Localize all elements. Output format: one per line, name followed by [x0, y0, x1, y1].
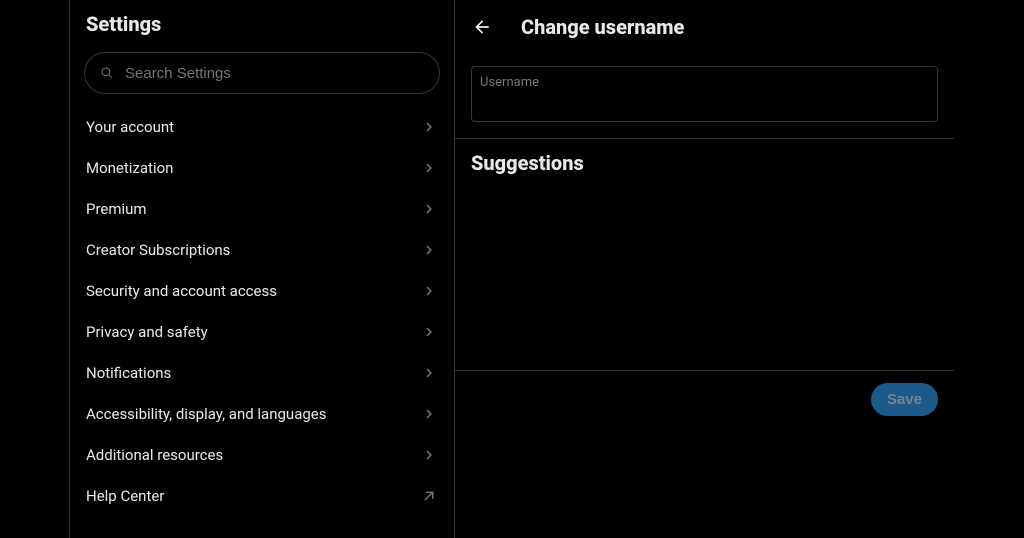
- chevron-right-icon: [420, 200, 438, 218]
- search-wrap: [70, 46, 454, 102]
- suggestions-title: Suggestions: [455, 139, 954, 187]
- sidebar-item-label: Privacy and safety: [86, 323, 208, 341]
- sidebar-item-accessibility[interactable]: Accessibility, display, and languages: [70, 393, 454, 434]
- sidebar-item-additional-resources[interactable]: Additional resources: [70, 434, 454, 475]
- username-field[interactable]: Username: [471, 66, 938, 122]
- settings-nav-list: Your account Monetization Premium Creato…: [70, 106, 454, 516]
- sidebar-item-label: Accessibility, display, and languages: [86, 405, 326, 423]
- detail-header: Change username: [455, 10, 954, 54]
- detail-column: Change username Username Suggestions Sav…: [455, 0, 954, 538]
- chevron-right-icon: [420, 364, 438, 382]
- chevron-right-icon: [420, 446, 438, 464]
- username-input[interactable]: [480, 90, 929, 110]
- external-link-icon: [420, 487, 438, 505]
- sidebar-item-security[interactable]: Security and account access: [70, 270, 454, 311]
- search-box[interactable]: [84, 52, 440, 94]
- sidebar-item-privacy[interactable]: Privacy and safety: [70, 311, 454, 352]
- sidebar-item-help-center[interactable]: Help Center: [70, 475, 454, 516]
- left-spacer: [0, 0, 70, 538]
- chevron-right-icon: [420, 323, 438, 341]
- chevron-right-icon: [420, 118, 438, 136]
- search-icon: [99, 65, 115, 81]
- detail-title: Change username: [521, 15, 684, 39]
- bottom-bar: Save: [455, 370, 954, 428]
- save-button[interactable]: Save: [871, 383, 938, 416]
- sidebar-item-label: Help Center: [86, 487, 164, 505]
- sidebar-item-label: Security and account access: [86, 282, 277, 300]
- search-input[interactable]: [125, 65, 425, 82]
- sidebar-item-label: Notifications: [86, 364, 171, 382]
- username-label: Username: [480, 75, 929, 90]
- sidebar-item-label: Creator Subscriptions: [86, 241, 230, 259]
- chevron-right-icon: [420, 282, 438, 300]
- suggestions-area: [455, 187, 954, 370]
- username-field-wrap: Username: [455, 54, 954, 122]
- chevron-right-icon: [420, 159, 438, 177]
- sidebar-item-monetization[interactable]: Monetization: [70, 147, 454, 188]
- sidebar-item-label: Premium: [86, 200, 147, 218]
- sidebar-item-notifications[interactable]: Notifications: [70, 352, 454, 393]
- sidebar-item-premium[interactable]: Premium: [70, 188, 454, 229]
- sidebar-item-your-account[interactable]: Your account: [70, 106, 454, 147]
- right-spacer: [954, 0, 1024, 538]
- sidebar-item-label: Your account: [86, 118, 174, 136]
- sidebar-item-label: Monetization: [86, 159, 173, 177]
- sidebar-item-creator-subscriptions[interactable]: Creator Subscriptions: [70, 229, 454, 270]
- back-button[interactable]: [465, 10, 499, 44]
- settings-column: Settings Your account Monetization Premi…: [70, 0, 455, 538]
- sidebar-item-label: Additional resources: [86, 446, 223, 464]
- settings-title: Settings: [70, 10, 454, 46]
- chevron-right-icon: [420, 241, 438, 259]
- arrow-left-icon: [472, 17, 492, 37]
- chevron-right-icon: [420, 405, 438, 423]
